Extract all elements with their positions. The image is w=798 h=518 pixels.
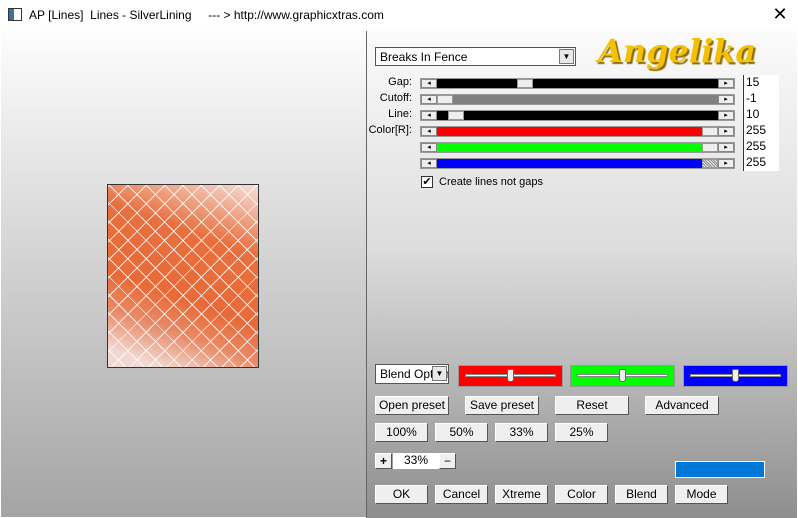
arrow-right-icon[interactable]: ▸: [718, 111, 734, 120]
slider-fill: [437, 127, 718, 136]
arrow-left-icon[interactable]: ◂: [421, 143, 437, 152]
slider-thumb[interactable]: [437, 95, 453, 104]
zoom-value: 33%: [393, 453, 439, 469]
slider-fill: [437, 79, 718, 88]
slider-fill: [437, 111, 718, 120]
save-preset-button[interactable]: Save preset: [465, 396, 539, 415]
advanced-button[interactable]: Advanced: [645, 396, 719, 415]
slider-value-input[interactable]: 10: [743, 107, 779, 123]
arrow-left-icon[interactable]: ◂: [421, 79, 437, 88]
logo: Angelika: [598, 32, 757, 70]
zoom-out-button[interactable]: −: [439, 453, 456, 469]
zoom-100-button[interactable]: 100%: [375, 423, 428, 442]
arrow-left-icon[interactable]: ◂: [421, 127, 437, 136]
slider-track[interactable]: ◂ ▸: [420, 110, 735, 121]
slider-thumb[interactable]: [702, 127, 718, 136]
preset-select[interactable]: Breaks In Fence ▼: [375, 47, 576, 66]
zoom-33-button[interactable]: 33%: [495, 423, 548, 442]
zoom-25-button[interactable]: 25%: [555, 423, 608, 442]
arrow-right-icon[interactable]: ▸: [718, 127, 734, 136]
slider-track[interactable]: ◂ ▸: [420, 94, 735, 105]
arrow-right-icon[interactable]: ▸: [718, 143, 734, 152]
slider-fill: [437, 95, 718, 104]
slider-track[interactable]: ◂ ▸: [420, 78, 735, 89]
slider-value-input[interactable]: 255: [743, 139, 779, 155]
arrow-right-icon[interactable]: ▸: [718, 159, 734, 168]
open-preset-button[interactable]: Open preset: [375, 396, 449, 415]
blend-button[interactable]: Blend: [615, 485, 668, 504]
slider-thumb[interactable]: [516, 79, 533, 88]
slider-label: Color[R]:: [368, 124, 412, 136]
slider-thumb[interactable]: [702, 143, 718, 152]
preset-select-value: Breaks In Fence: [380, 50, 468, 64]
arrow-left-icon[interactable]: ◂: [421, 111, 437, 120]
color-button[interactable]: Color: [555, 485, 608, 504]
green-blend-slider[interactable]: [570, 365, 675, 387]
slider-value-input[interactable]: 255: [743, 123, 779, 139]
slider-value-input[interactable]: 255: [743, 155, 779, 171]
arrow-left-icon[interactable]: ◂: [421, 95, 437, 104]
app-icon: [8, 8, 22, 21]
red-blend-slider[interactable]: [458, 365, 563, 387]
slider-label: Line:: [388, 108, 412, 120]
chevron-down-icon[interactable]: ▼: [432, 366, 447, 381]
window-title: AP [Lines] Lines - SilverLining --- > ht…: [29, 8, 384, 22]
mode-button[interactable]: Mode: [675, 485, 728, 504]
cancel-button[interactable]: Cancel: [435, 485, 488, 504]
arrow-right-icon[interactable]: ▸: [718, 79, 734, 88]
slider-track[interactable]: ◂ ▸: [420, 142, 735, 153]
slider-value-input[interactable]: 15: [743, 75, 779, 91]
slider-label: Gap:: [388, 76, 412, 88]
blend-select[interactable]: Blend Options ▼: [375, 364, 449, 384]
blue-blend-slider[interactable]: [683, 365, 788, 387]
reset-button[interactable]: Reset: [555, 396, 629, 415]
preview-image: [107, 184, 259, 368]
slider-track[interactable]: ◂ ▸: [420, 158, 735, 169]
close-icon[interactable]: ✕: [768, 3, 792, 25]
chevron-down-icon[interactable]: ▼: [559, 49, 574, 64]
slider-thumb[interactable]: [702, 159, 718, 168]
slider-fill: [437, 159, 718, 168]
create-lines-label: Create lines not gaps: [439, 176, 543, 188]
arrow-left-icon[interactable]: ◂: [421, 159, 437, 168]
slider-label: Cutoff:: [379, 92, 412, 104]
color-swatch[interactable]: [675, 461, 765, 478]
ok-button[interactable]: OK: [375, 485, 428, 504]
xtreme-button[interactable]: Xtreme: [495, 485, 548, 504]
slider-track[interactable]: ◂ ▸: [420, 126, 735, 137]
create-lines-checkbox[interactable]: ✔: [421, 176, 433, 188]
zoom-50-button[interactable]: 50%: [435, 423, 488, 442]
slider-value-input[interactable]: -1: [743, 91, 779, 107]
slider-fill: [437, 143, 718, 152]
arrow-right-icon[interactable]: ▸: [718, 95, 734, 104]
zoom-in-button[interactable]: +: [375, 453, 392, 469]
slider-thumb[interactable]: [447, 111, 464, 120]
